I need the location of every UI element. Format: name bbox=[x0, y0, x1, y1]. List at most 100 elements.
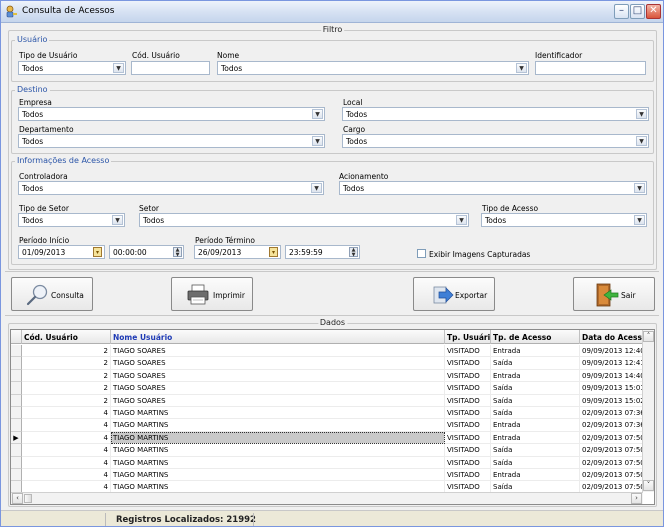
table-row[interactable]: 4 TIAGO MARTINS VISITADO Saída 02/09/2013 07… bbox=[11, 407, 654, 420]
cell-tp-acesso[interactable]: Saída bbox=[491, 357, 580, 370]
cell-tp-usuario[interactable]: VISITADO bbox=[445, 382, 491, 395]
row-indicator[interactable] bbox=[11, 382, 22, 395]
sair-button[interactable]: Sair bbox=[573, 277, 655, 311]
table-row[interactable]: 2 TIAGO SOARES VISITADO Saída 09/09/2013 12:… bbox=[11, 357, 654, 370]
periodo-inicio-time-input[interactable]: 00:00:00 ▲ ▼ bbox=[109, 245, 184, 259]
cell-tp-usuario[interactable]: VISITADO bbox=[445, 345, 491, 358]
col-cod-usuario[interactable]: Cód. Usuário bbox=[22, 330, 111, 344]
chevron-down-icon[interactable]: ▼ bbox=[113, 63, 124, 73]
cell-tp-usuario[interactable]: VISITADO bbox=[445, 431, 491, 445]
cell-nome-usuario[interactable]: TIAGO SOARES bbox=[111, 382, 445, 395]
vertical-scrollbar[interactable]: ˄ ˅ bbox=[642, 330, 654, 492]
chevron-down-icon[interactable]: ▼ bbox=[634, 183, 645, 193]
cell-data-acesso[interactable]: 02/09/2013 07:50 bbox=[580, 456, 643, 469]
title-bar[interactable]: Consulta de Acessos – □ ✕ bbox=[1, 1, 663, 23]
cell-data-acesso[interactable]: 02/09/2013 07:50 bbox=[580, 469, 643, 482]
minimize-button[interactable]: – bbox=[614, 4, 629, 19]
consulta-button[interactable]: Consulta bbox=[11, 277, 93, 311]
cell-nome-usuario[interactable]: TIAGO MARTINS bbox=[111, 469, 445, 482]
cell-cod-usuario[interactable]: 2 bbox=[22, 369, 111, 383]
cell-data-acesso[interactable]: 02/09/2013 07:36 bbox=[580, 407, 643, 420]
chevron-down-icon[interactable]: ▼ bbox=[456, 215, 467, 225]
scroll-right-icon[interactable]: › bbox=[631, 493, 642, 504]
spinner-icon[interactable]: ▲ ▼ bbox=[173, 247, 182, 257]
cell-nome-usuario[interactable]: TIAGO SOARES bbox=[111, 345, 445, 358]
cod-usuario-input[interactable] bbox=[131, 61, 210, 75]
tipo-acesso-select[interactable]: Todos ▼ bbox=[481, 213, 647, 227]
cell-data-acesso[interactable]: 09/09/2013 14:40 bbox=[580, 369, 643, 383]
table-row[interactable]: 4 TIAGO MARTINS VISITADO Entrada 02/09/2013 … bbox=[11, 419, 654, 432]
identificador-input[interactable] bbox=[535, 61, 646, 75]
scroll-down-icon[interactable]: ˅ bbox=[643, 480, 654, 491]
periodo-inicio-date-input[interactable]: 01/09/2013 ▾ bbox=[18, 245, 105, 259]
periodo-termino-time-input[interactable]: 23:59:59 ▲ ▼ bbox=[285, 245, 360, 259]
row-indicator[interactable] bbox=[11, 369, 22, 383]
col-nome-usuario[interactable]: Nome Usuário bbox=[111, 330, 445, 344]
cell-tp-acesso[interactable]: Saída bbox=[491, 444, 580, 457]
calendar-icon[interactable]: ▾ bbox=[93, 247, 102, 257]
calendar-icon[interactable]: ▾ bbox=[269, 247, 278, 257]
spinner-icon[interactable]: ▲ ▼ bbox=[349, 247, 358, 257]
table-row[interactable]: 4 TIAGO MARTINS VISITADO Saída 02/09/2013 07… bbox=[11, 444, 654, 457]
table-row[interactable]: 4 TIAGO MARTINS VISITADO Entrada 02/09/2013 … bbox=[11, 469, 654, 482]
cell-nome-usuario[interactable]: TIAGO MARTINS bbox=[111, 456, 445, 469]
chevron-down-icon[interactable]: ▼ bbox=[311, 183, 322, 193]
controladora-select[interactable]: Todos ▼ bbox=[18, 181, 324, 195]
row-indicator[interactable] bbox=[11, 345, 22, 358]
tipo-setor-select[interactable]: Todos ▼ bbox=[18, 213, 125, 227]
cell-tp-acesso[interactable]: Entrada bbox=[491, 369, 580, 383]
cell-data-acesso[interactable]: 02/09/2013 07:50 bbox=[580, 444, 643, 457]
periodo-termino-date-input[interactable]: 26/09/2013 ▾ bbox=[194, 245, 281, 259]
row-indicator[interactable] bbox=[11, 357, 22, 370]
maximize-button[interactable]: □ bbox=[630, 4, 645, 19]
chevron-down-icon[interactable]: ▼ bbox=[636, 109, 647, 119]
cell-cod-usuario[interactable]: 4 bbox=[22, 456, 111, 469]
cell-tp-acesso[interactable]: Saída bbox=[491, 407, 580, 420]
cell-tp-usuario[interactable]: VISITADO bbox=[445, 394, 491, 407]
table-row[interactable]: 4 TIAGO MARTINS VISITADO Saída 02/09/2013 07… bbox=[11, 456, 654, 469]
chevron-down-icon[interactable]: ▼ bbox=[312, 136, 323, 146]
cell-data-acesso[interactable]: 09/09/2013 12:40 bbox=[580, 345, 643, 358]
row-indicator[interactable] bbox=[11, 419, 22, 432]
cell-nome-usuario[interactable]: TIAGO SOARES bbox=[111, 357, 445, 370]
cell-cod-usuario[interactable]: 2 bbox=[22, 357, 111, 370]
chevron-down-icon[interactable]: ▼ bbox=[516, 63, 527, 73]
cell-tp-usuario[interactable]: VISITADO bbox=[445, 419, 491, 432]
cell-cod-usuario[interactable]: 2 bbox=[22, 345, 111, 358]
cell-nome-usuario[interactable]: TIAGO MARTINS bbox=[111, 444, 445, 457]
nome-select[interactable]: Todos ▼ bbox=[217, 61, 529, 75]
cell-cod-usuario[interactable]: 4 bbox=[22, 469, 111, 482]
row-indicator[interactable] bbox=[11, 394, 22, 407]
chevron-down-icon[interactable]: ▼ bbox=[634, 215, 645, 225]
cell-tp-acesso[interactable]: Entrada bbox=[491, 345, 580, 358]
scroll-left-icon[interactable]: ‹ bbox=[12, 493, 23, 504]
row-indicator[interactable] bbox=[11, 469, 22, 482]
cell-nome-usuario[interactable]: TIAGO MARTINS bbox=[111, 407, 445, 420]
cell-nome-usuario[interactable]: TIAGO SOARES bbox=[111, 369, 445, 383]
cell-tp-acesso[interactable]: Saída bbox=[491, 456, 580, 469]
cell-data-acesso[interactable]: 09/09/2013 15:01 bbox=[580, 382, 643, 395]
cell-tp-acesso[interactable]: Entrada bbox=[491, 419, 580, 432]
horizontal-scroll-thumb[interactable] bbox=[24, 494, 32, 503]
table-row[interactable]: ▶ 4 TIAGO MARTINS VISITADO Entrada 02/09/2013… bbox=[11, 431, 654, 445]
cell-cod-usuario[interactable]: 4 bbox=[22, 419, 111, 432]
horizontal-scrollbar[interactable]: ‹ › bbox=[11, 492, 643, 504]
table-row[interactable]: 2 TIAGO SOARES VISITADO Entrada 09/09/2013 1… bbox=[11, 369, 654, 383]
col-tp-acesso[interactable]: Tp. de Acesso bbox=[491, 330, 580, 344]
local-select[interactable]: Todos ▼ bbox=[342, 107, 649, 121]
exibir-imagens-label[interactable]: Exibir Imagens Capturadas bbox=[429, 250, 530, 259]
cell-data-acesso[interactable]: 02/09/2013 07:50 bbox=[580, 431, 643, 445]
col-data-acesso[interactable]: Data do Acesso bbox=[580, 330, 643, 344]
cargo-select[interactable]: Todos ▼ bbox=[342, 134, 649, 148]
table-row[interactable]: 2 TIAGO SOARES VISITADO Entrada 09/09/2013 1… bbox=[11, 345, 654, 358]
col-tp-usuario[interactable]: Tp. Usuário bbox=[445, 330, 491, 344]
row-indicator[interactable] bbox=[11, 444, 22, 457]
current-row-arrow-icon[interactable]: ▶ bbox=[11, 431, 22, 445]
cell-data-acesso[interactable]: 02/09/2013 07:36 bbox=[580, 419, 643, 432]
cell-tp-usuario[interactable]: VISITADO bbox=[445, 357, 491, 370]
cell-nome-usuario[interactable]: TIAGO MARTINS bbox=[111, 431, 445, 445]
exportar-button[interactable]: Exportar bbox=[413, 277, 495, 311]
cell-nome-usuario[interactable]: TIAGO MARTINS bbox=[111, 419, 445, 432]
chevron-down-icon[interactable]: ▼ bbox=[636, 136, 647, 146]
cell-cod-usuario[interactable]: 4 bbox=[22, 431, 111, 445]
